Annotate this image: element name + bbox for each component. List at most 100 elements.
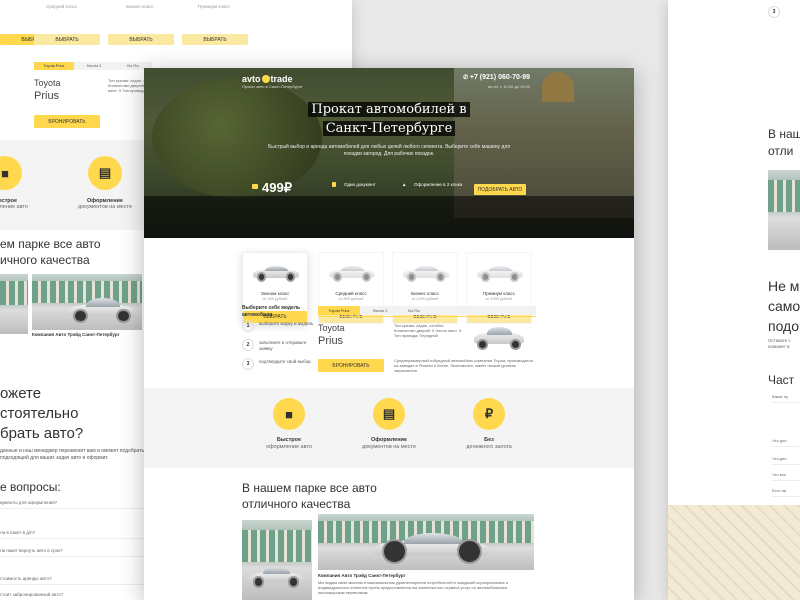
card-title: Бизнес класс — [411, 291, 439, 296]
step-text: подтвердите свой выбор — [259, 359, 311, 364]
card-price: от 1999 рублей — [485, 297, 513, 301]
feature-title: Оформление — [371, 437, 407, 443]
fleet-title: В наш отли — [768, 126, 800, 160]
price: 499₽ — [262, 180, 292, 195]
card-label: Средний класс — [46, 4, 78, 9]
step-text: заполните и отправьте заявку — [259, 340, 307, 351]
feature-item: ■ Быстрое оформление авто — [244, 398, 334, 450]
feature-title: Без — [484, 437, 494, 443]
book-button[interactable]: БРОНИРОВАТЬ — [34, 115, 100, 128]
model-name: Prius — [34, 90, 60, 102]
fleet-title-line: В наш — [768, 127, 800, 141]
model-name: Prius — [318, 335, 344, 347]
select-button[interactable]: ВЫБРАТЬ — [108, 34, 174, 45]
feature-sub: оформление авто — [266, 444, 312, 450]
hero-title-line: Прокат автомобилей в — [308, 102, 470, 117]
select-button[interactable]: ВЫБРАТЬ — [34, 34, 100, 45]
company-text: Мы видим свою миссию в максимальном удов… — [318, 580, 509, 595]
form-text: Оставьте с — [768, 338, 791, 343]
company-name: Компания Авто Трэйд Санкт-Петербург — [318, 573, 406, 578]
feature-sub: денежного залога — [466, 444, 512, 450]
model-description: Среднеразмерный гибридный автомобиль ком… — [394, 358, 533, 373]
tab-mazda-3[interactable]: Mazda 3 — [360, 306, 400, 315]
right-page-preview: 3 В наш отли Не м само подо Оставьте с п… — [668, 0, 800, 600]
fleet-title: ем парке все авто ичного качества — [0, 236, 101, 268]
step-item: 2 заполните и отправьте заявку — [242, 339, 322, 355]
card-label: Премиум класс — [198, 4, 231, 9]
feature-item: ▤ Оформление документов на месте — [344, 398, 434, 450]
feature-sub: документов на месте — [78, 204, 132, 210]
hero-subtitle: Быстрый выбор и аренда автомобилей для л… — [268, 144, 510, 157]
faq-item[interactable]: Какие ну — [772, 394, 800, 403]
step-item: 1 выберите марку и модель — [242, 320, 322, 336]
tab-toyota-prius[interactable]: Toyota Prius — [318, 306, 360, 315]
feature-item: ₽ Без денежного залога — [444, 398, 534, 450]
logo-tagline: Прокат авто в Санкт-Петербурге — [242, 84, 303, 89]
landing-page: avto trade Прокат авто в Санкт-Петербурге… — [144, 68, 634, 600]
document-small-icon — [332, 182, 336, 189]
tab-mazda-3[interactable]: Mazda 3 — [74, 62, 114, 70]
form-title-line: Не м — [768, 278, 800, 294]
phone-icon: ✆ — [463, 75, 470, 81]
fleet-title-line: ичного качества — [0, 253, 90, 267]
feature-sub: оформление авто — [0, 204, 28, 210]
select-button[interactable]: ВЫБРАТЬ — [182, 34, 248, 45]
model-tabs: Toyota Prius Mazda 3 Kia Rio — [34, 62, 152, 70]
hero-title-line: Санкт-Петербурге — [322, 121, 456, 136]
step-text: выберите марку и модель — [259, 321, 314, 326]
car-icon: ■ — [0, 156, 22, 190]
car-icon: ■ — [273, 398, 305, 430]
form-title: Не м само подо — [768, 276, 800, 336]
form-title-line: ожете — [0, 385, 42, 402]
logo-wheel-icon — [261, 75, 270, 83]
card-price: от 499 рублей — [262, 297, 288, 301]
card-price: от 1499 рублей — [411, 297, 439, 301]
model-brand: Toyota — [34, 78, 61, 88]
stat-fast: Оформление в 2 клика — [414, 182, 463, 187]
form-text: поможет в — [768, 344, 790, 349]
fleet-title-line: отли — [768, 144, 794, 158]
faq-item[interactable]: Что вхо — [772, 472, 800, 481]
cursor-icon: ▲ — [402, 182, 407, 187]
document-icon: ▤ — [88, 156, 122, 190]
model-brand: Toyota — [318, 323, 345, 333]
hero-section: avto trade Прокат авто в Санкт-Петербурге… — [144, 68, 634, 238]
model-tabs: Toyota Prius Mazda 3 Kia Rio — [318, 306, 536, 315]
pick-car-button[interactable]: ПОДОБРАТЬ АВТО — [474, 184, 526, 195]
features-band: ■ Быстрое оформление авто ▤ Оформление д… — [144, 388, 634, 468]
model-specs: Тип кузова: седан, хэтчбек Количество дв… — [394, 323, 462, 338]
fleet-title-line: отличного качества — [242, 497, 351, 511]
step-number: 3 — [242, 358, 254, 370]
model-car-image — [469, 318, 529, 354]
faq-item[interactable]: Что дел — [772, 456, 800, 465]
form-title-line: подо — [768, 318, 800, 334]
card-title: Средний класс — [335, 291, 367, 296]
step-number: 1 — [242, 320, 254, 332]
faq-item[interactable]: Что дол — [772, 438, 800, 447]
fleet-title-line: ем парке все авто — [0, 237, 101, 251]
tab-toyota-prius[interactable]: Toyota Prius — [34, 62, 74, 70]
wallet-icon — [252, 184, 258, 191]
card-title: Эконом класс — [260, 291, 290, 296]
feature-item: ■ Быстрое оформление авто — [0, 156, 50, 210]
logo[interactable]: avto trade — [242, 74, 293, 84]
form-title: ожете стоятельно брать авто? — [0, 384, 83, 444]
working-hours: вс-пн: с 10:00 до 19:00 — [488, 84, 530, 89]
company-name: Компания Авто Трэйд Санкт-Петербург — [32, 332, 120, 337]
phone-number[interactable]: ✆ +7 (921) 060-70-99 — [463, 74, 530, 81]
faq-item[interactable]: Есть ли — [772, 488, 800, 497]
fleet-photo — [0, 274, 28, 334]
feature-item: ▤ Оформление документов на месте — [60, 156, 150, 210]
tab-kia-rio[interactable]: Kia Rio — [400, 306, 428, 315]
form-title-line: брать авто? — [0, 425, 84, 442]
stat-documents: Один документ — [344, 182, 376, 187]
feature-title: Быстрое — [276, 437, 302, 443]
fleet-photo — [768, 170, 800, 250]
fleet-title-line: В нашем парке все авто — [242, 481, 377, 495]
steps-title: Выберите себе модель автомобиля — [242, 305, 301, 318]
location-map[interactable] — [668, 505, 800, 600]
fleet-photo — [242, 520, 312, 600]
card-price: от 899 рублей — [338, 297, 364, 301]
book-button[interactable]: БРОНИРОВАТЬ — [318, 359, 384, 372]
card-label: Бизнес класс — [126, 4, 154, 9]
